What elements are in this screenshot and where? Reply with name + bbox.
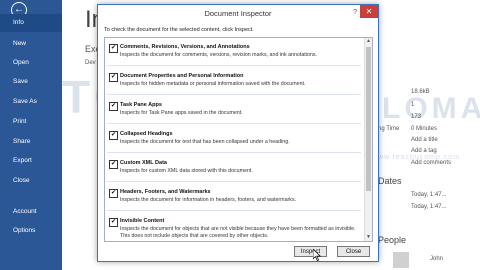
divider — [107, 123, 361, 124]
entry-description: Inspects the document for comments, vers… — [120, 52, 317, 58]
close-icon[interactable]: ✕ — [360, 5, 378, 18]
dialog-instruction: To check the document for the selected c… — [104, 27, 254, 33]
prop-words: 173 — [411, 114, 422, 120]
entry-description: Inspects the document for objects that a… — [120, 226, 356, 239]
scroll-down-icon[interactable]: ▼ — [365, 234, 372, 241]
sidebar-item-save-as[interactable]: Save As — [0, 93, 62, 111]
entry-title: Headers, Footers, and Watermarks — [120, 189, 211, 195]
prop-pages: 1 — [411, 102, 415, 108]
inspection-list-panel[interactable]: ✔ Comments, Revisions, Versions, and Ann… — [104, 37, 373, 242]
close-button[interactable]: Close — [337, 246, 370, 257]
section-text: Dev — [85, 60, 96, 66]
divider — [107, 94, 361, 95]
backstage-sidebar: ← Info New Open Save Save As Print Share… — [0, 0, 62, 270]
sidebar-item-options[interactable]: Options — [0, 222, 62, 240]
sidebar-item-save[interactable]: Save — [0, 73, 62, 91]
author-name: John — [430, 256, 444, 262]
comments-checkbox[interactable]: ✔ — [109, 44, 118, 53]
entry-description: Inspects for hidden metadata or personal… — [120, 81, 306, 87]
people-heading: People — [378, 235, 407, 245]
document-inspector-dialog: Document Inspector ? ✕ To check the docu… — [97, 4, 379, 262]
avatar — [393, 252, 409, 268]
dialog-titlebar[interactable]: Document Inspector ? ✕ — [98, 5, 378, 21]
divider — [107, 181, 361, 182]
task-pane-apps-checkbox[interactable]: ✔ — [109, 102, 118, 111]
dialog-title: Document Inspector — [204, 9, 272, 18]
collapsed-headings-checkbox[interactable]: ✔ — [109, 131, 118, 140]
document-properties-checkbox[interactable]: ✔ — [109, 73, 118, 82]
divider — [107, 210, 361, 211]
sidebar-item-close[interactable]: Close — [0, 172, 62, 190]
entry-description: Inspects for Task Pane apps saved in the… — [120, 110, 243, 116]
date-created: Today, 1:47... — [411, 204, 447, 210]
headers-footers-checkbox[interactable]: ✔ — [109, 189, 118, 198]
prop-time-label: ng Time — [378, 126, 400, 132]
sidebar-item-print[interactable]: Print — [0, 113, 62, 131]
entry-title: Invisible Content — [120, 218, 165, 224]
entry-title: Document Properties and Personal Informa… — [120, 73, 244, 79]
scroll-up-icon[interactable]: ▲ — [365, 38, 372, 45]
custom-xml-checkbox[interactable]: ✔ — [109, 160, 118, 169]
sidebar-item-info[interactable]: Info — [0, 14, 62, 32]
help-icon[interactable]: ? — [353, 9, 357, 16]
invisible-content-checkbox[interactable]: ✔ — [109, 218, 118, 227]
inspect-button[interactable]: Inspect — [294, 246, 327, 257]
entry-title: Custom XML Data — [120, 160, 167, 166]
entry-description: Inspects for custom XML data stored with… — [120, 168, 253, 174]
vertical-scrollbar[interactable]: ▲ ▼ — [364, 38, 372, 241]
scroll-thumb[interactable] — [366, 47, 371, 191]
sidebar-item-export[interactable]: Export — [0, 152, 62, 170]
entry-title: Comments, Revisions, Versions, and Annot… — [120, 44, 250, 50]
add-tag-link[interactable]: Add a tag — [411, 148, 437, 154]
sidebar-item-new[interactable]: New — [0, 35, 62, 53]
add-comments-link[interactable]: Add comments — [411, 160, 451, 166]
date-modified: Today, 1:47... — [411, 192, 447, 198]
dates-heading: Dates — [378, 176, 402, 186]
mouse-cursor-icon — [313, 249, 321, 261]
divider — [107, 152, 361, 153]
divider — [107, 65, 361, 66]
entry-title: Task Pane Apps — [120, 102, 162, 108]
entry-description: Inspects the document for information in… — [120, 197, 297, 203]
add-title-link[interactable]: Add a title — [411, 137, 438, 143]
prop-time: 0 Minutes — [411, 126, 438, 132]
sidebar-item-share[interactable]: Share — [0, 133, 62, 151]
prop-size: 18.6kB — [411, 89, 430, 95]
sidebar-item-open[interactable]: Open — [0, 54, 62, 72]
sidebar-item-account[interactable]: Account — [0, 203, 62, 221]
entry-title: Collapsed Headings — [120, 131, 173, 137]
entry-description: Inspects the document for text that has … — [120, 139, 290, 145]
